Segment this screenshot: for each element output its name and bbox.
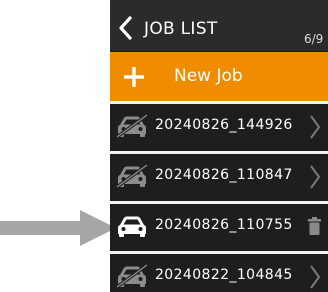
plus-icon: [124, 67, 144, 87]
trash-icon[interactable]: [308, 217, 321, 235]
chevron-right-icon[interactable]: [309, 164, 321, 190]
job-row[interactable]: 20240826_144926: [110, 101, 328, 151]
job-row[interactable]: 20240822_104845: [110, 251, 328, 292]
page-title: JOB LIST: [144, 19, 218, 39]
chevron-right-icon[interactable]: [309, 264, 321, 290]
page-indicator: 6/9: [304, 32, 324, 46]
job-name: 20240826_110847: [155, 167, 293, 183]
job-name: 20240826_144926: [155, 117, 293, 133]
new-job-button[interactable]: New Job: [110, 52, 328, 101]
job-list: 20240826_144926 20240826_110847 20240826…: [110, 101, 328, 292]
chevron-left-icon[interactable]: [118, 16, 132, 40]
car-icon: [116, 264, 148, 288]
car-icon: [116, 164, 148, 188]
pointer-arrow-icon: [0, 210, 116, 246]
chevron-right-icon[interactable]: [309, 114, 321, 140]
job-row[interactable]: 20240826_110847: [110, 151, 328, 201]
job-name: 20240826_110755: [155, 217, 293, 233]
new-job-label: New Job: [174, 66, 243, 86]
car-icon: [116, 114, 148, 138]
car-icon: [118, 216, 146, 237]
title-bar: JOB LIST 6/9: [110, 0, 328, 51]
job-list-screen: JOB LIST 6/9 New Job 20240826_144926 202…: [110, 0, 328, 292]
job-row-selected[interactable]: 20240826_110755: [110, 201, 328, 251]
job-name: 20240822_104845: [155, 267, 293, 283]
